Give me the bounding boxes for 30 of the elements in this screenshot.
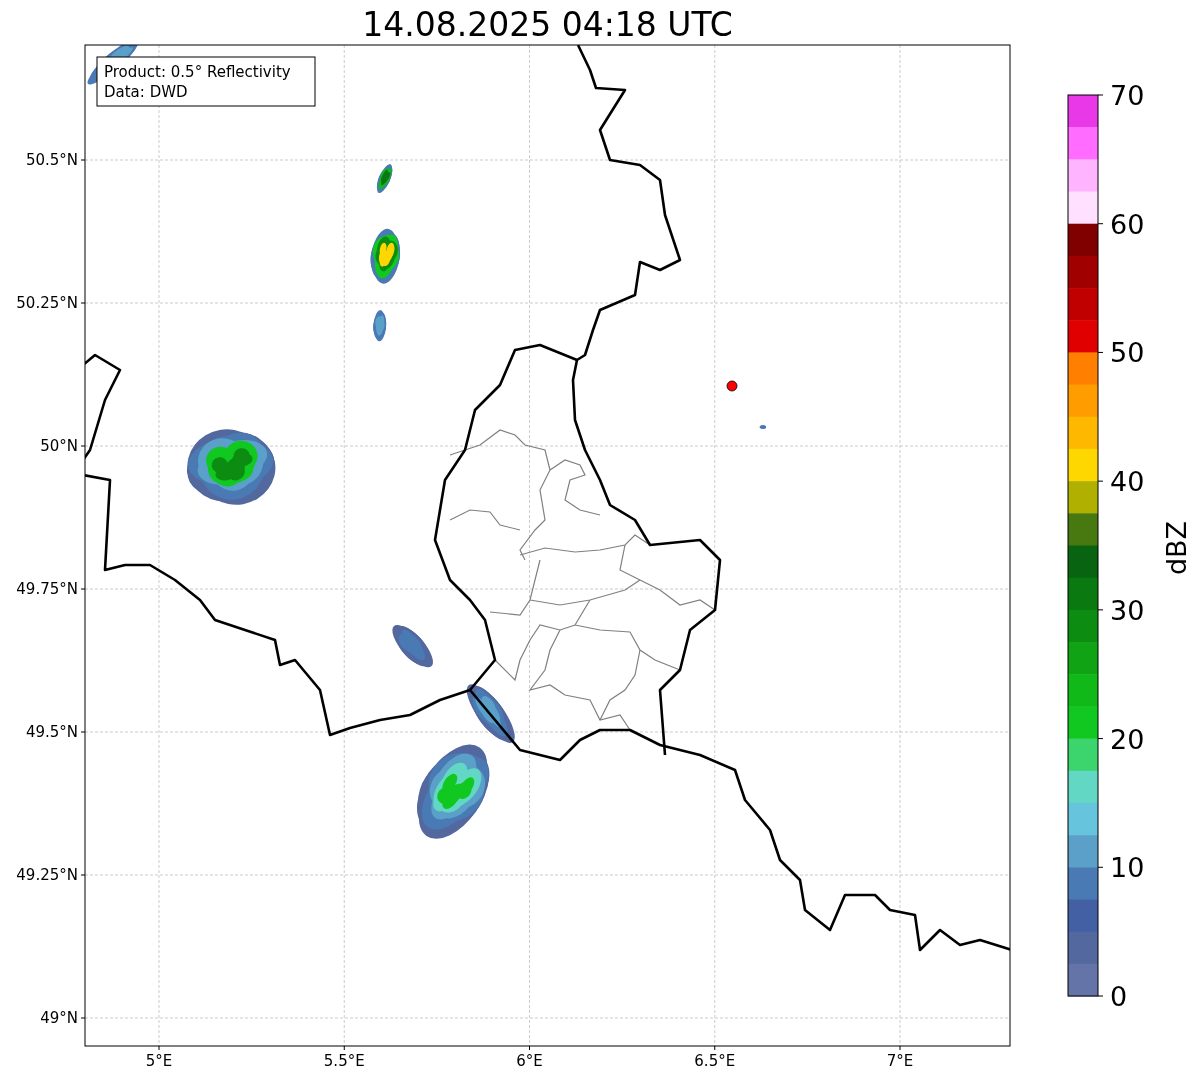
radar-echo <box>376 164 393 194</box>
radar-echo <box>370 228 400 284</box>
color-scale-tick-label: 60 <box>1110 208 1145 240</box>
axis-tick-label: 6°E <box>516 1052 543 1070</box>
axis-tick-label: 49.25°N <box>16 866 78 884</box>
chart-title: 14.08.2025 04:18 UTC <box>362 5 733 44</box>
axis-tick-label: 5°E <box>145 1052 173 1070</box>
axis-tick-label: 7°E <box>886 1052 914 1070</box>
color-scale-tick-label: 20 <box>1110 723 1145 755</box>
color-scale-tick-label: 0 <box>1110 981 1128 1012</box>
axis-tick-label: 6.5°E <box>694 1052 736 1070</box>
color-scale-tick-label: 70 <box>1110 80 1145 111</box>
color-scale-tick-label: 10 <box>1110 852 1145 884</box>
radar-site-marker <box>726 380 738 392</box>
axis-tick-label: 50.25°N <box>16 294 78 312</box>
color-scale-tick-label: 30 <box>1110 594 1145 626</box>
color-scale-label: dBZ <box>1161 520 1192 576</box>
radar-echo <box>759 425 767 429</box>
legend-text: Product: 0.5° Reflectivity <box>104 63 291 81</box>
axis-tick-label: 49°N <box>40 1009 78 1027</box>
axis-tick-label: 5.5°E <box>323 1052 365 1070</box>
axis-tick-label: 50.5°N <box>25 151 78 169</box>
radar-echo <box>373 310 387 342</box>
radar-echo <box>392 625 433 668</box>
axis-tick-label: 49.75°N <box>16 580 78 598</box>
legend-text: Data: DWD <box>104 83 188 101</box>
axis-tick-label: 50°N <box>40 437 78 455</box>
color-scale-tick-label: 40 <box>1110 466 1145 498</box>
axis-tick-label: 49.5°N <box>25 723 78 741</box>
color-scale-tick-label: 50 <box>1110 337 1145 369</box>
